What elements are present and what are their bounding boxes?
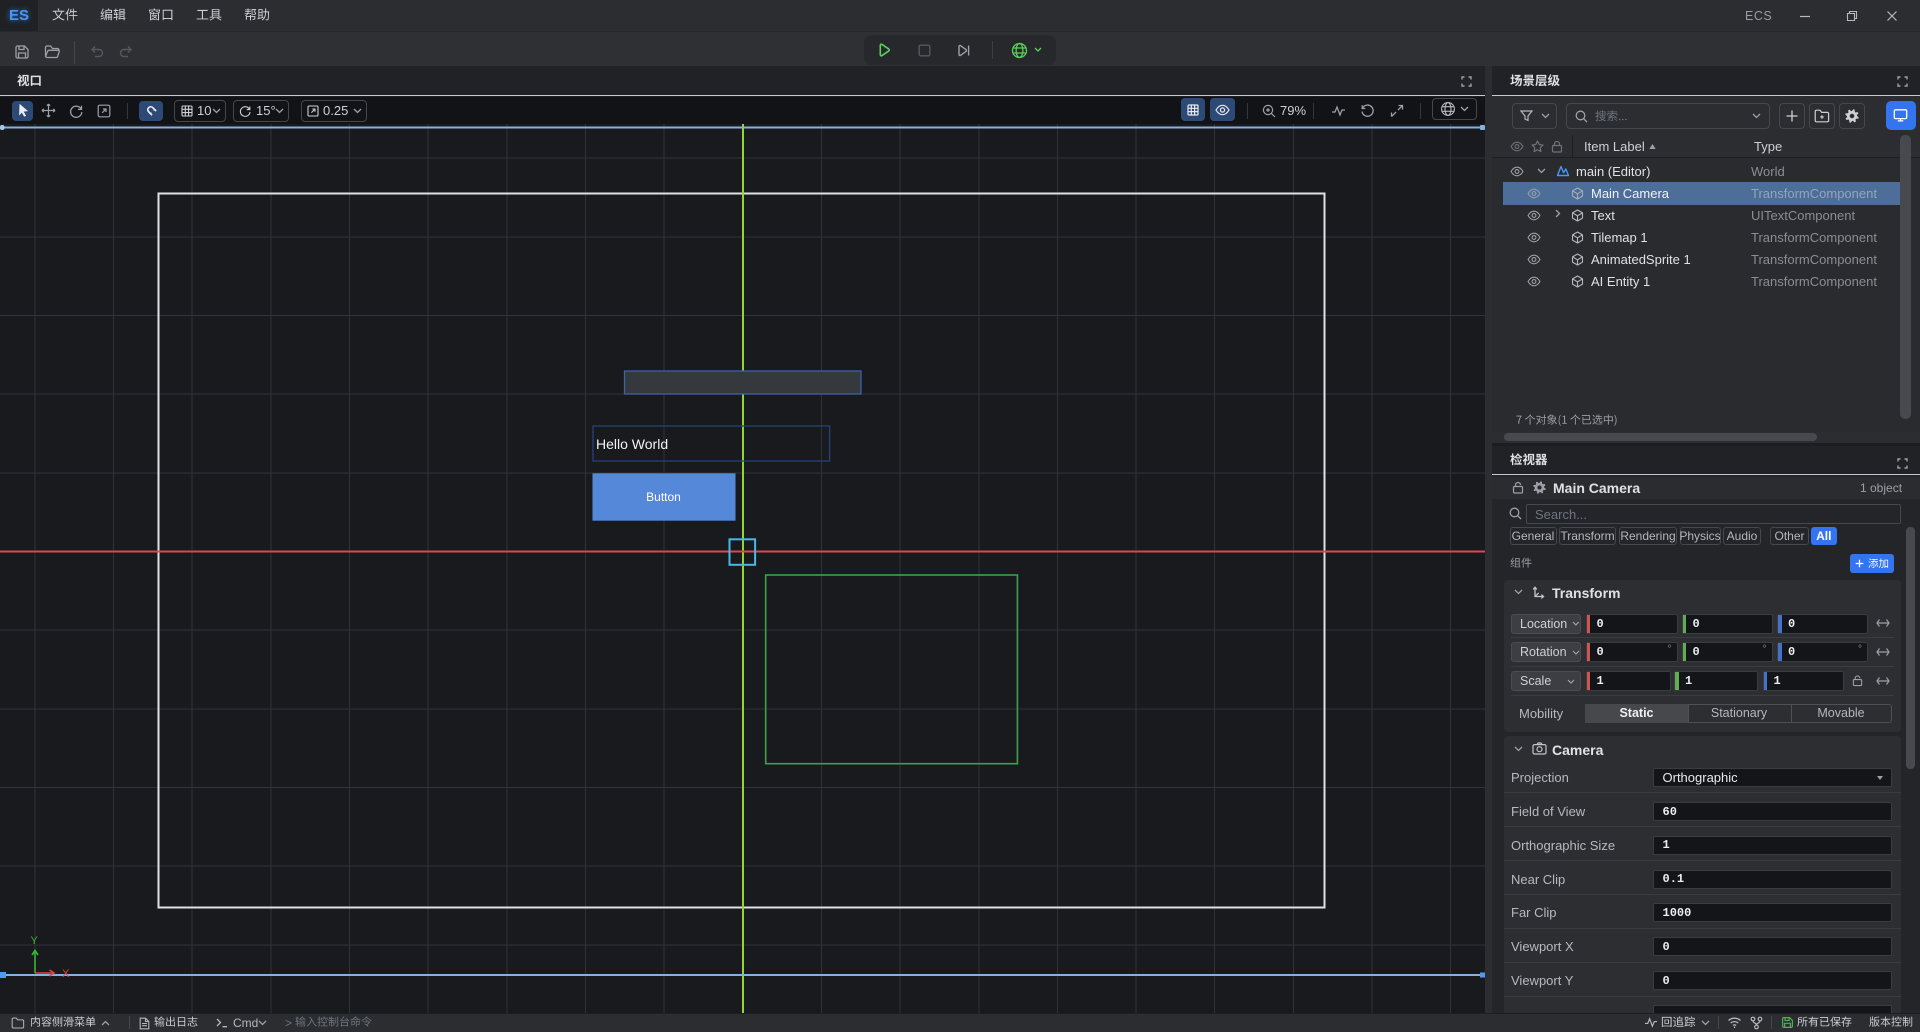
svg-text:X: X: [62, 968, 70, 980]
svg-text:Y: Y: [31, 935, 39, 947]
